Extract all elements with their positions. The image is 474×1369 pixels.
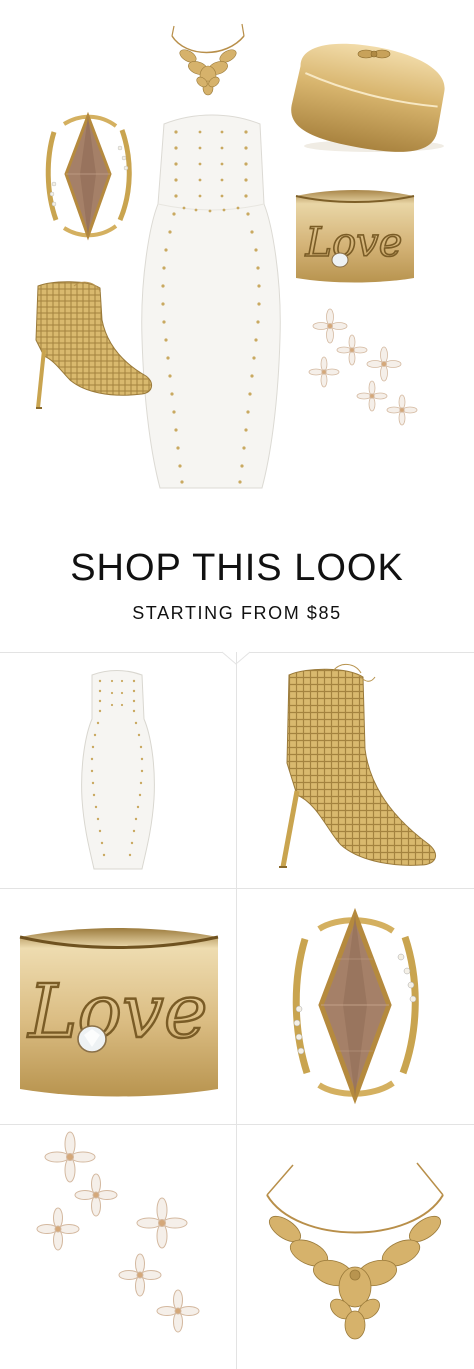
product-card-ring[interactable] — [237, 889, 474, 1124]
necklace-icon — [266, 1162, 444, 1340]
product-card-dress[interactable] — [0, 653, 236, 888]
collage-ring[interactable] — [40, 108, 136, 242]
product-card-cuff[interactable]: Love — [0, 889, 236, 1124]
product-card-bootie[interactable] — [237, 653, 474, 888]
collage-necklace[interactable] — [166, 18, 250, 96]
collage-cuff-engraving: Love — [305, 220, 403, 266]
collage-earrings[interactable] — [302, 306, 424, 434]
collage-dress[interactable] — [134, 108, 286, 494]
cuff-icon: Love — [19, 928, 219, 1097]
product-card-earrings[interactable] — [0, 1125, 236, 1369]
earrings-icon — [36, 1131, 200, 1333]
collage-cuff[interactable]: Love — [292, 186, 418, 286]
shop-price-subtitle: STARTING FROM $85 — [132, 603, 342, 623]
shop-this-look-header: SHOP THIS LOOK STARTING FROM $85 — [0, 505, 474, 650]
product-card-necklace[interactable] — [237, 1125, 474, 1369]
collage-clutch[interactable] — [282, 38, 450, 156]
shop-title: SHOP THIS LOOK — [70, 547, 404, 589]
product-grid: Love — [0, 651, 474, 1369]
outfit-collage: Love — [0, 0, 474, 505]
dress-icon — [81, 670, 155, 870]
bootie-icon — [279, 664, 436, 868]
collage-bootie[interactable] — [14, 280, 156, 414]
ring-icon — [292, 907, 419, 1105]
cuff-engraving: Love — [26, 969, 207, 1055]
